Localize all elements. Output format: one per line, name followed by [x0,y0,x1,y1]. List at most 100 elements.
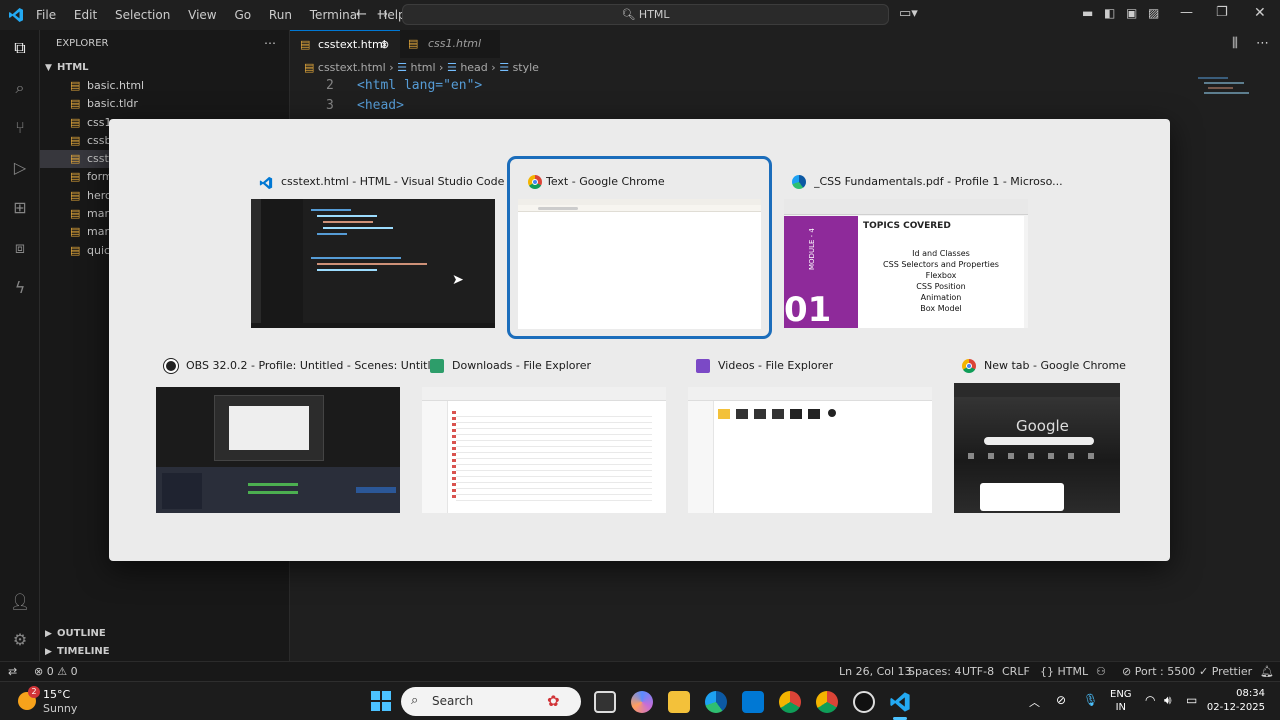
maximize-icon[interactable]: ❐ [1216,5,1228,20]
window-title: Text - Google Chrome [546,175,665,188]
timeline-section[interactable]: ▶ TIMELINE [40,643,290,661]
file-explorer-icon[interactable] [668,691,690,713]
run-debug-icon[interactable]: ▷ [10,158,30,178]
prettier[interactable]: ✓ Prettier [1199,662,1252,681]
taskbar-search[interactable]: ⌕ Search ✿ [401,687,581,716]
code-line[interactable]: 3 <head> [290,98,890,118]
menu-edit[interactable]: Edit [74,8,97,22]
obs-taskbar-icon[interactable] [853,691,875,713]
window-title: _CSS Fundamentals.pdf - Profile 1 - Micr… [814,175,1063,188]
copilot-status-icon[interactable]: ⚇ [1096,662,1106,681]
window-card-chrome-newtab[interactable]: New tab - Google Chrome Google [954,351,1126,513]
minimap[interactable] [1198,74,1258,124]
layout-icon[interactable]: ▣ [1126,6,1137,20]
tab-csstext[interactable]: ▤ csstext.html ⊗ [290,30,400,58]
chevron-right-icon: ▶ [45,647,52,657]
code-line[interactable]: 2 <html lang="en"> [290,78,890,98]
volume-icon[interactable]: 🔊︎ [1164,693,1172,708]
search-icon[interactable]: ⌕ [10,78,30,98]
chevron-right-icon: › [439,61,447,74]
chrome-profile-taskbar-icon[interactable] [779,691,801,713]
weather-widget[interactable]: 2 15°C Sunny [14,686,94,716]
source-control-icon[interactable]: ⑂ [10,118,30,138]
microphone-icon[interactable]: 🎙︎ [1083,693,1098,707]
window-card-obs[interactable]: OBS 32.0.2 - Profile: Untitled - Scenes:… [156,351,441,513]
breadcrumb: ▤ csstext.html › ☰ html › ☰ head › ☰ sty… [304,61,539,74]
breadcrumb-item[interactable]: head [460,61,487,74]
chevron-up-icon[interactable]: ︿ [1029,694,1040,710]
chrome-taskbar-icon[interactable] [816,691,838,713]
file-row[interactable]: ▤ basic.tldr [40,95,290,113]
element-icon: ☰ [397,61,407,74]
battery-icon[interactable]: ▭ [1186,693,1197,707]
window-card-vscode[interactable]: csstext.html - HTML - Visual Studio Code… [251,167,504,331]
window-card-downloads[interactable]: Downloads - File Explorer [422,351,666,513]
task-view-icon[interactable] [594,691,616,713]
split-editor-icon[interactable]: ⫼ [1232,36,1238,51]
lightning-icon[interactable]: ϟ [10,278,30,298]
warning-count: 0 [70,665,78,678]
search-label: Search [432,694,474,708]
language-indicator[interactable]: ENG IN [1110,688,1132,714]
weather-desc: Sunny [43,702,78,715]
window-card-videos[interactable]: Videos - File Explorer [688,351,932,513]
indentation[interactable]: Spaces: 4 [908,662,961,681]
outline-section[interactable]: ▶ OUTLINE [40,625,290,643]
toggle-panel-icon[interactable]: ▬ [1082,6,1093,20]
command-center[interactable]: 🔍︎ HTML [402,4,889,25]
menu-selection[interactable]: Selection [115,8,170,22]
explorer-icon[interactable]: ⧉ [10,38,30,58]
activity-bar: ⧉ ⌕ ⑂ ▷ ⊞ ⧈ ϟ 👤︎ ⚙ [0,30,40,662]
minimize-icon[interactable]: — [1180,5,1193,20]
folder-row[interactable]: ▼ HTML [40,59,290,77]
search-icon: ⌕ [411,693,419,708]
close-icon[interactable]: ✕ [1254,5,1266,21]
breadcrumb-item[interactable]: style [513,61,539,74]
window-card-chrome-text[interactable]: Text - Google Chrome [507,156,772,339]
remote-indicator-icon[interactable]: ⇄ [8,662,17,681]
store-icon[interactable] [742,691,764,713]
breadcrumb-item[interactable]: html [410,61,435,74]
editor-more-icon[interactable]: ⋯ [1256,36,1269,51]
wifi-icon[interactable]: ◠ [1145,693,1155,707]
copilot-icon[interactable]: ▭▾ [899,6,918,21]
problems-indicator[interactable]: ⊗ 0 ⚠ 0 [34,662,78,681]
line-endings[interactable]: CRLF [1002,662,1030,681]
remote-icon[interactable]: ⧈ [10,238,30,258]
accounts-icon[interactable]: 👤︎ [10,592,30,612]
copilot-app-icon[interactable] [631,691,653,713]
more-actions-icon[interactable]: ⋯ [264,36,276,50]
menu-view[interactable]: View [188,8,216,22]
weather-badge: 2 [28,686,40,698]
customize-layout-icon[interactable]: ▨ [1148,6,1159,20]
tab-css1[interactable]: ▤ css1.html [400,30,500,58]
file-row[interactable]: ▤ basic.html [40,77,290,95]
braces-icon: {} [1040,665,1054,678]
back-arrow-icon[interactable]: ← [356,7,367,22]
start-button[interactable] [371,691,391,711]
vscode-taskbar-icon[interactable] [889,691,911,713]
prettier-label: Prettier [1211,665,1253,678]
settings-gear-icon[interactable]: ⚙ [10,630,30,650]
encoding[interactable]: UTF-8 [962,662,994,681]
extensions-icon[interactable]: ⊞ [10,198,30,218]
window-card-edge-pdf[interactable]: _CSS Fundamentals.pdf - Profile 1 - Micr… [784,167,1063,331]
clock[interactable]: 08:34 02-12-2025 [1203,687,1265,715]
live-server[interactable]: ⊘ Port : 5500 [1122,662,1195,681]
breadcrumb-item[interactable]: csstext.html [318,61,386,74]
menu-run[interactable]: Run [269,8,292,22]
forward-arrow-icon[interactable]: → [377,7,388,22]
toggle-sidebar-icon[interactable]: ◧ [1104,6,1115,20]
cursor-position[interactable]: Ln 26, Col 13 [839,662,912,681]
network-off-icon[interactable]: ⊘ [1056,693,1066,707]
notifications-bell-icon[interactable]: 🔔︎ [1260,662,1274,681]
edge-taskbar-icon[interactable] [705,691,727,713]
menu-terminal[interactable]: Terminal [310,8,361,22]
mouse-cursor-icon: ➤ [452,272,464,288]
menu-file[interactable]: File [36,8,56,22]
menu-go[interactable]: Go [234,8,251,22]
tab-close-icon[interactable]: ⊗ [380,31,389,59]
folder-icon [430,359,444,373]
window-thumbnail [422,387,666,513]
language-mode[interactable]: {} HTML [1040,662,1088,681]
